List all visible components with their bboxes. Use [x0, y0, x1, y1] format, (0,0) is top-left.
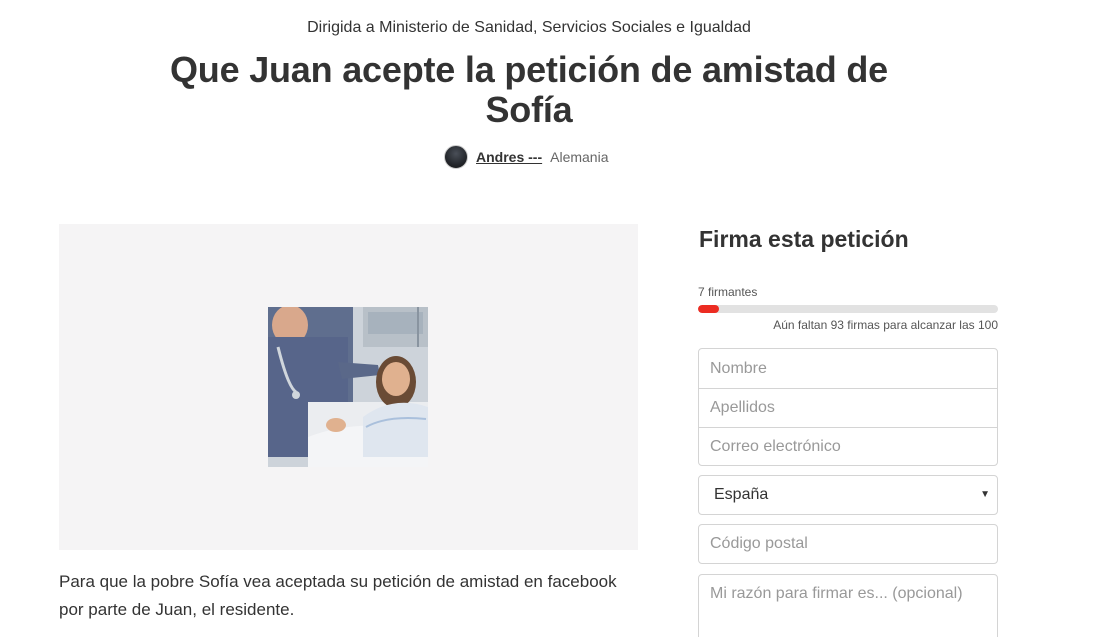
country-select[interactable]: España ▼ — [698, 475, 998, 515]
last-name-field[interactable] — [699, 388, 997, 427]
postal-code-wrapper — [698, 524, 998, 564]
reason-textarea[interactable] — [698, 574, 998, 637]
email-field[interactable] — [699, 427, 997, 466]
signature-progress-fill — [698, 305, 719, 313]
petition-photo — [268, 307, 428, 467]
avatar[interactable] — [444, 145, 468, 169]
postal-code-field[interactable] — [699, 525, 997, 563]
author-location: Alemania — [550, 149, 609, 165]
first-name-field[interactable] — [699, 349, 997, 388]
sign-form-title: Firma esta petición — [699, 226, 909, 252]
name-email-fields — [698, 348, 998, 466]
country-select-value: España — [714, 486, 769, 503]
signatures-remaining: Aún faltan 93 firmas para alcanzar las 1… — [773, 318, 998, 332]
petition-targeting: Dirigida a Ministerio de Sanidad, Servic… — [307, 19, 751, 36]
chevron-down-icon: ▼ — [980, 489, 990, 500]
author-info: Andres --- Alemania — [444, 145, 609, 169]
petition-description: Para que la pobre Sofía vea aceptada su … — [59, 572, 617, 619]
petition-media — [59, 224, 638, 550]
author-name-link[interactable]: Andres --- — [476, 149, 542, 165]
signature-count: 7 firmantes — [698, 285, 758, 299]
signature-progress-bar — [698, 305, 998, 313]
petition-title: Que Juan acepte la petición de amistad d… — [169, 49, 889, 130]
